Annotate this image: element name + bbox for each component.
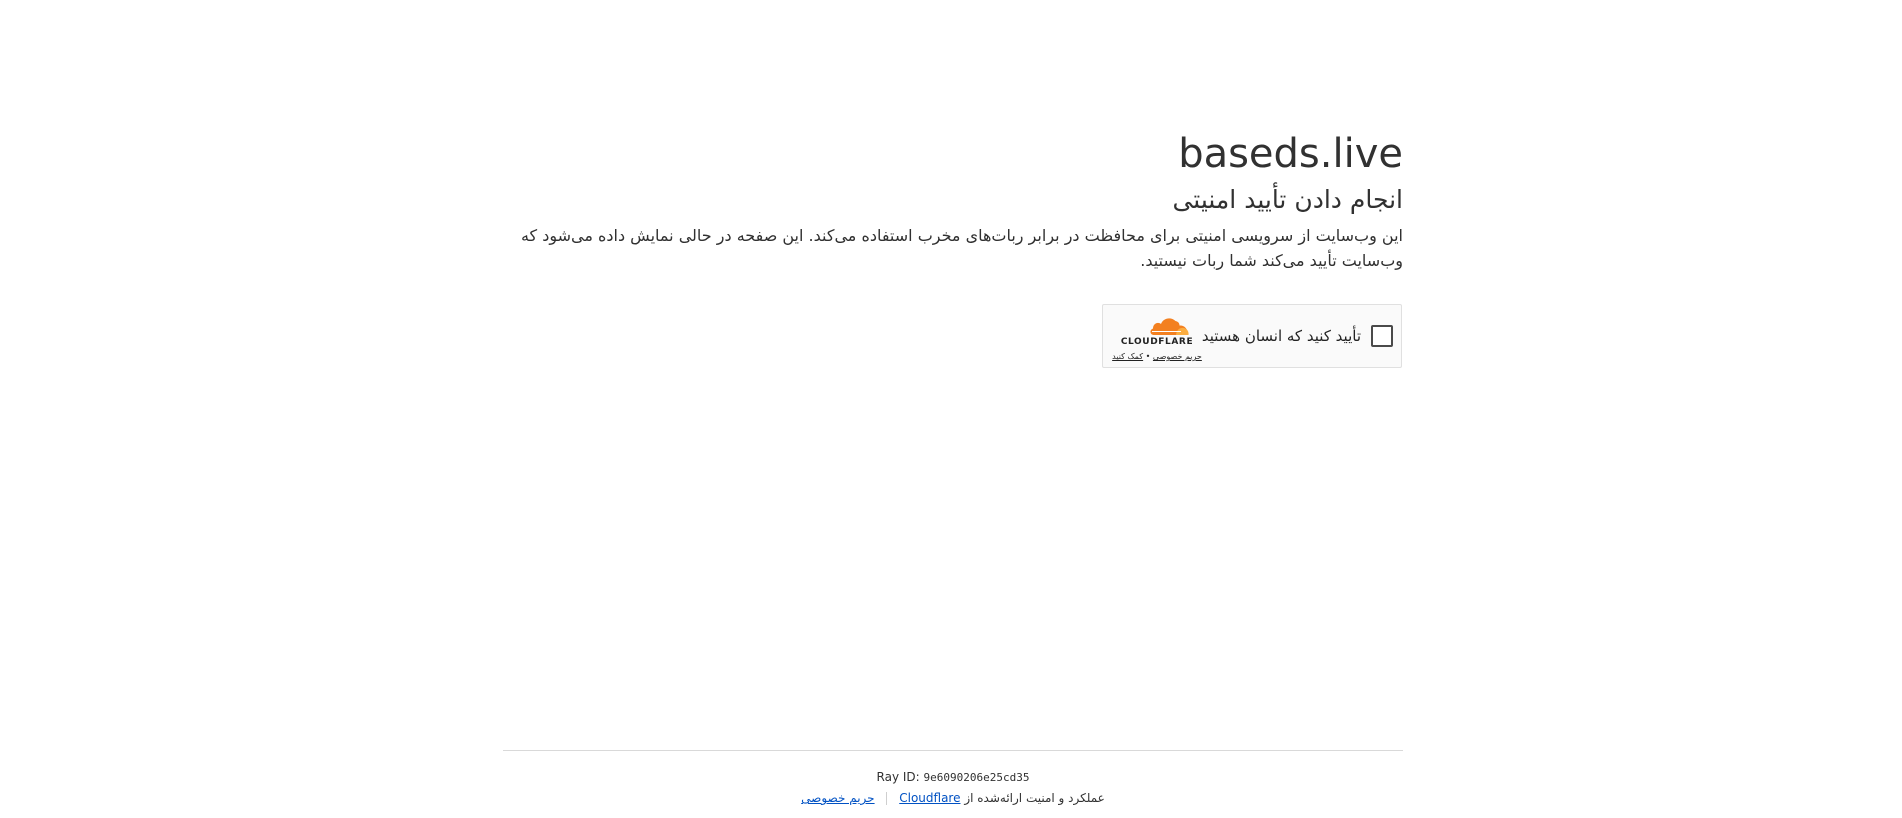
cloudflare-logo: CLOUDFLARE حریم خصوصی • کمک کنید [1110,315,1204,361]
ray-id-line: Ray ID: 9e6090206e25cd35 [503,769,1403,786]
cloudflare-wordmark: CLOUDFLARE [1120,337,1194,347]
footer-separator [886,792,888,805]
main-content: baseds.live انجام دادن تأیید امنیتی این … [503,128,1403,273]
footer: Ray ID: 9e6090206e25cd35 عملکرد و امنیت … [503,750,1403,806]
performance-text: عملکرد و امنیت ارائه‌شده از [964,791,1105,805]
ray-id-label: Ray ID: [876,770,920,784]
cloudflare-cloud-icon [1150,318,1189,335]
site-title: baseds.live [1178,131,1403,177]
security-description: این وب‌سایت از سرویسی امنیتی برای محافظت… [520,226,1403,270]
security-heading: انجام دادن تأیید امنیتی [1172,185,1403,214]
ray-id-value: 9e6090206e25cd35 [923,771,1030,784]
widget-help-link[interactable]: کمک کنید [1112,352,1143,361]
human-verify-checkbox[interactable] [1371,325,1393,347]
footer-privacy-link[interactable]: حریم خصوصی [801,791,874,805]
cloudflare-link[interactable]: Cloudflare [899,791,960,805]
human-verify-label: تأیید کنید که انسان هستید [1201,327,1361,345]
performance-line: عملکرد و امنیت ارائه‌شده از Cloudflare ح… [503,790,1403,806]
widget-links: حریم خصوصی • کمک کنید [1110,352,1204,361]
widget-link-separator: • [1145,352,1151,361]
widget-privacy-link[interactable]: حریم خصوصی [1153,352,1202,361]
turnstile-widget: تأیید کنید که انسان هستید CLOUDFLARE حری… [1102,304,1402,368]
